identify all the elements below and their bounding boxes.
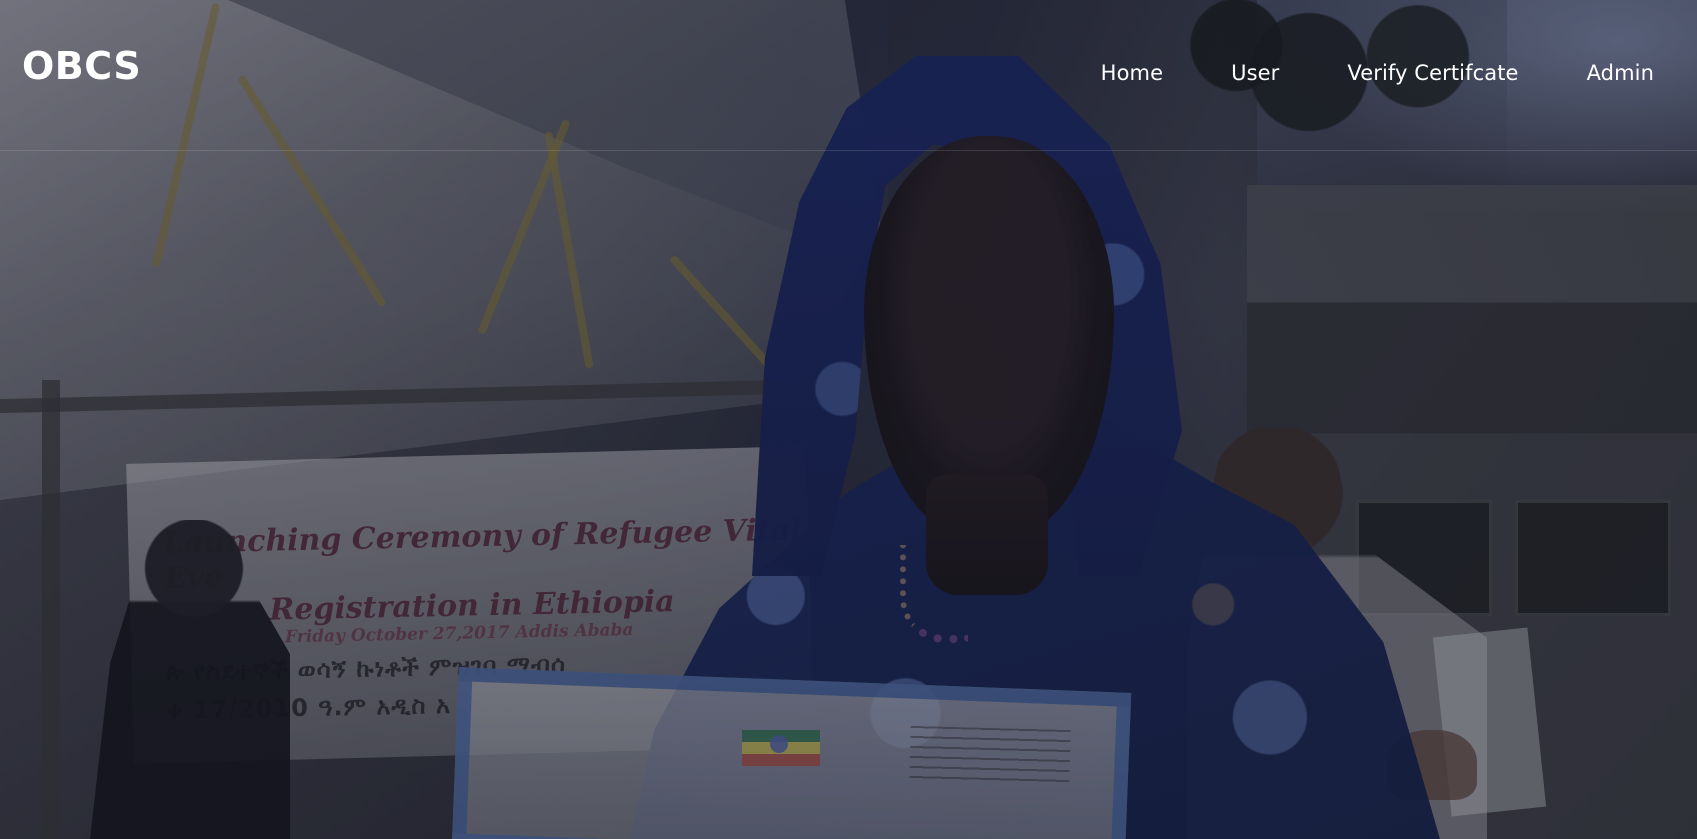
banner-line: ጵ የስደተኞች ወሳኝ ኩነቶች ምዝገባ ማብሰ [165, 650, 567, 687]
tent-pole [42, 380, 60, 839]
bead-necklace [900, 545, 968, 643]
building-background [1247, 185, 1697, 839]
banner-line: ቀ 17/2010 ዓ.ም አዲስ አ [166, 690, 452, 725]
banner-line: Friday October 27,2017 Addis Ababa [284, 619, 634, 647]
background-person-left [90, 520, 290, 839]
background-person-right [1187, 428, 1487, 839]
building-window [1515, 500, 1671, 616]
hanging-leaf [544, 131, 594, 369]
hero-background: Launching Ceremony of Refugee Vital Eve … [0, 0, 1697, 839]
woman-robe [630, 420, 1440, 839]
nav-verify-certificate-link[interactable]: Verify Certifcate [1347, 63, 1518, 84]
tent-crossbar [0, 378, 830, 414]
woman-face [864, 136, 1114, 536]
ethiopian-flag [742, 730, 820, 766]
certificate-document [451, 667, 1132, 839]
certificate-text-lines [909, 725, 1071, 786]
hanging-leaf [477, 118, 571, 336]
background-paper [1432, 627, 1547, 817]
hanging-leaf [668, 254, 776, 372]
nav-home-link[interactable]: Home [1101, 63, 1163, 84]
flag-emblem [770, 735, 788, 753]
main-navigation: Home User Verify Certifcate Admin [1101, 63, 1654, 84]
background-hand [1387, 730, 1477, 800]
event-banner-text: Launching Ceremony of Refugee Vital Eve … [162, 512, 818, 757]
building-window [1356, 500, 1492, 616]
site-brand: OBCS [22, 44, 142, 88]
banner-line: Registration in Ethiopia [269, 584, 676, 628]
banner-line: Launching Ceremony of Refugee Vital Eve [162, 512, 802, 596]
nav-admin-link[interactable]: Admin [1587, 63, 1654, 84]
event-banner [126, 446, 814, 764]
top-navigation-bar: OBCS Home User Verify Certifcate Admin [0, 0, 1697, 151]
nav-user-link[interactable]: User [1231, 63, 1279, 84]
woman-neck [926, 475, 1048, 595]
